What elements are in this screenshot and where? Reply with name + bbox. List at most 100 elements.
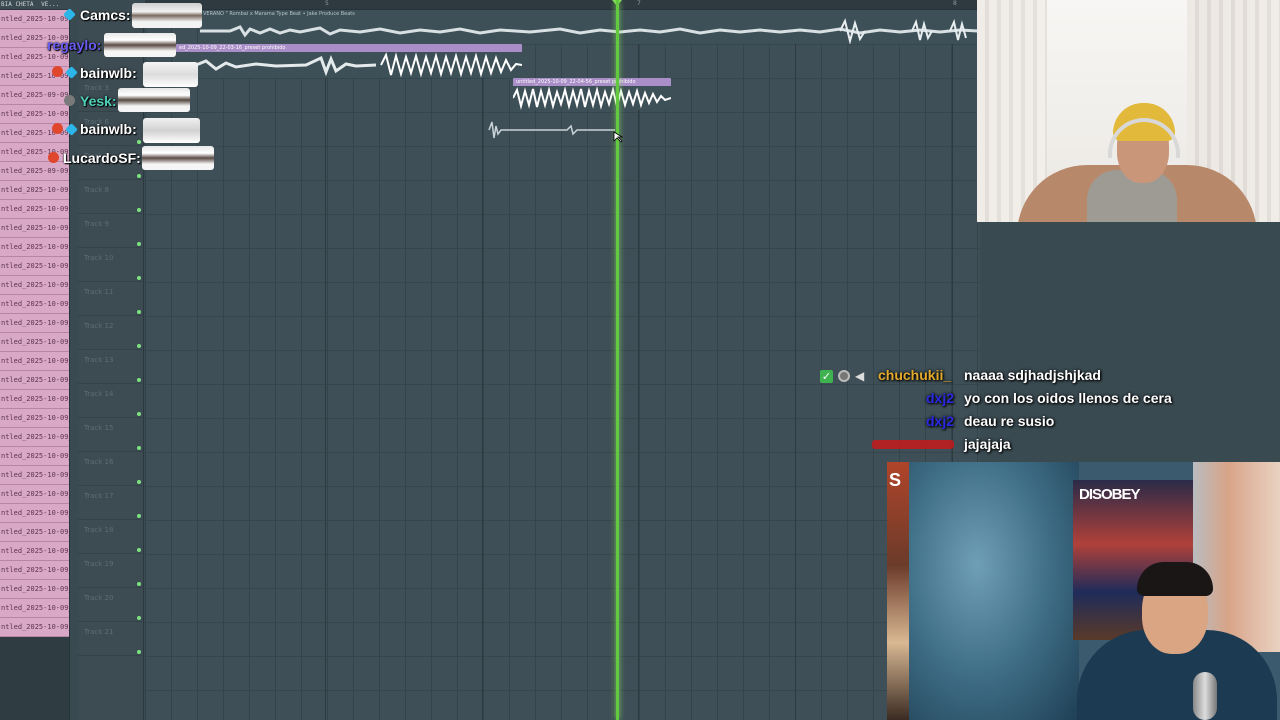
pattern-item[interactable]: ntled_2025-09-09_2	[0, 162, 69, 181]
ruler-number: 8	[953, 0, 957, 7]
pattern-item[interactable]: ntled_2025-10-09_22	[0, 352, 69, 371]
chat-text: deau re susio	[964, 413, 1055, 429]
clip-waveform	[513, 86, 671, 110]
pattern-item[interactable]: ntled_2025-10-09_22	[0, 314, 69, 333]
track-header[interactable]: Track 18	[78, 520, 144, 554]
chat-name: Camcs:	[80, 7, 131, 23]
track-status-led[interactable]	[137, 276, 141, 280]
track-header[interactable]: Track 13	[78, 350, 144, 384]
track-status-led[interactable]	[137, 548, 141, 552]
audio-clip-preset-2[interactable]: untitled_2025-10-09_22-04-56_preset proh…	[513, 78, 671, 110]
track-status-led[interactable]	[137, 378, 141, 382]
track-status-led[interactable]	[137, 446, 141, 450]
check-badge-icon: ✓	[820, 370, 833, 383]
track-name: Track 10	[84, 254, 114, 262]
pattern-item[interactable]: ntled_2025-10-09_22	[0, 105, 69, 124]
poster-left: S	[887, 462, 909, 720]
pattern-item[interactable]: ntled_2025-10-09_22	[0, 466, 69, 485]
track-name: Track 18	[84, 526, 114, 534]
track-status-led[interactable]	[137, 650, 141, 654]
track-header[interactable]: Track 14	[78, 384, 144, 418]
track-header[interactable]: Track 21	[78, 622, 144, 656]
pattern-item[interactable]: ntled_2025-10-09_22	[0, 428, 69, 447]
track-status-led[interactable]	[137, 140, 141, 144]
pattern-item[interactable]: ntled_2025-10-09_22	[0, 561, 69, 580]
track-status-led[interactable]	[137, 616, 141, 620]
playhead[interactable]	[616, 0, 619, 720]
pattern-item[interactable]: ntled_2025-10-09_22	[0, 219, 69, 238]
track-header[interactable]: Track 12	[78, 316, 144, 350]
pattern-item[interactable]: ntled_2025-10-09_22	[0, 276, 69, 295]
track-status-led[interactable]	[137, 412, 141, 416]
pattern-item[interactable]: ntled_2025-10-09_22	[0, 295, 69, 314]
chat-name: bainwlb:	[80, 65, 137, 81]
track-status-led[interactable]	[137, 582, 141, 586]
emote-image	[118, 88, 190, 112]
track-headers: Track 3 Track 6 Track 7 Track 8 Track 9 Track…	[78, 10, 144, 720]
track-header[interactable]: Track 10	[78, 248, 144, 282]
pattern-item[interactable]: ntled_2025-10-09_22	[0, 580, 69, 599]
track-header[interactable]: Track 20	[78, 588, 144, 622]
track-header[interactable]: Track 19	[78, 554, 144, 588]
track-status-led[interactable]	[137, 174, 141, 178]
pattern-item[interactable]: ntled_2025-10-09_22	[0, 333, 69, 352]
pattern-item[interactable]: ntled_2025-09-09_2	[0, 86, 69, 105]
audio-clip-verano[interactable]: VERANO " Rombai x Marama Type Beat • Jak…	[200, 10, 978, 44]
red-badge-icon	[52, 123, 63, 134]
pattern-item[interactable]: ntled_2025-10-09_22	[0, 542, 69, 561]
pattern-list: ntled_2025-10-09_2ntled_2025-10-09_2ntle…	[0, 10, 70, 637]
track-name: Track 8	[84, 186, 109, 194]
pattern-item[interactable]: ntled_2025-10-09_22	[0, 599, 69, 618]
clip-waveform	[200, 18, 978, 44]
pattern-item[interactable]: ntled_2025-10-09_2	[0, 10, 69, 29]
chat-username[interactable]: dxj2	[926, 390, 954, 410]
webcam-top	[977, 0, 1280, 222]
track-header[interactable]: Track 16	[78, 452, 144, 486]
webcam-bottom: S DISOBEY	[887, 462, 1280, 720]
track-status-led[interactable]	[137, 310, 141, 314]
track-name: Track 9	[84, 220, 109, 228]
pattern-item[interactable]: ntled_2025-10-09_22	[0, 257, 69, 276]
pattern-item[interactable]: ntled_2025-10-09_22	[0, 238, 69, 257]
chat-username[interactable]: dxj2	[926, 413, 954, 433]
poster-text: DISOBEY	[1079, 486, 1141, 503]
chat-username-obscured[interactable]	[872, 440, 954, 449]
pattern-item[interactable]: ntled_2025-10-09_22	[0, 523, 69, 542]
pattern-picker: BIA CHETA VE... ntled_2025-10-09_2ntled_…	[0, 0, 70, 720]
chat-text: yo con los oidos llenos de cera	[964, 390, 1172, 406]
pattern-item[interactable]: ntled_2025-10-09_22	[0, 200, 69, 219]
audio-clip-small[interactable]	[487, 120, 617, 140]
pattern-item[interactable]: ntled_2025-10-09_22	[0, 504, 69, 523]
pattern-picker-header[interactable]: BIA CHETA VE...	[0, 0, 70, 10]
pattern-item[interactable]: ntled_2025-10-09_22	[0, 485, 69, 504]
pattern-item[interactable]: ntled_2025-10-09_22	[0, 390, 69, 409]
chat-name: Yesk:	[80, 93, 117, 109]
track-status-led[interactable]	[137, 208, 141, 212]
audio-clip-preset-1[interactable]: ed_2025-10-09_22-03-16_preset prohibido	[176, 44, 522, 78]
track-header[interactable]: Track 15	[78, 418, 144, 452]
pattern-item[interactable]: ntled_2025-10-09_22	[0, 618, 69, 637]
track-header[interactable]: Track 17	[78, 486, 144, 520]
track-name: Track 15	[84, 424, 114, 432]
grey-badge-icon	[64, 95, 75, 106]
track-name: Track 14	[84, 390, 114, 398]
pattern-item[interactable]: ntled_2025-10-09_22	[0, 409, 69, 428]
track-status-led[interactable]	[137, 344, 141, 348]
track-status-led[interactable]	[137, 514, 141, 518]
track-status-led[interactable]	[137, 242, 141, 246]
chat-name: LucardoSF:	[63, 150, 141, 166]
track-header[interactable]: Track 9	[78, 214, 144, 248]
pattern-item[interactable]: ntled_2025-10-09_22	[0, 371, 69, 390]
streamer-hair	[1137, 562, 1213, 596]
chat-username[interactable]: chuchukii_	[878, 367, 951, 383]
pattern-item[interactable]: ntled_2025-10-09_22	[0, 447, 69, 466]
pattern-dropdown[interactable]: VE...	[41, 1, 59, 8]
chat-text: jajajaja	[964, 436, 1011, 452]
track-header[interactable]: Track 11	[78, 282, 144, 316]
timeline-ruler[interactable]: 5 7 8	[145, 0, 980, 10]
ruler-number: 5	[325, 0, 329, 7]
track-header[interactable]: Track 8	[78, 180, 144, 214]
track-status-led[interactable]	[137, 480, 141, 484]
playlist-grid[interactable]	[145, 10, 980, 720]
pattern-item[interactable]: ntled_2025-10-09_2	[0, 181, 69, 200]
